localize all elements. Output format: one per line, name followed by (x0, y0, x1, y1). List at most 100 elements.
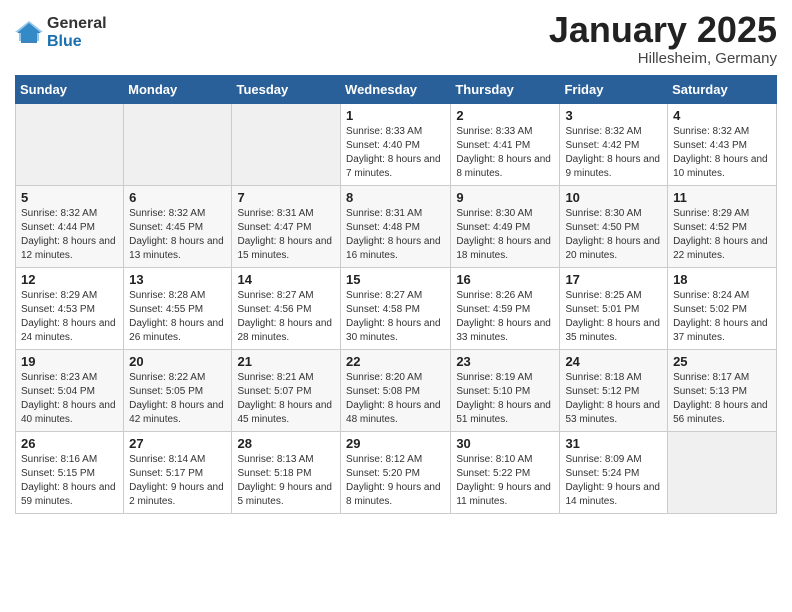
calendar-cell: 30Sunrise: 8:10 AM Sunset: 5:22 PM Dayli… (451, 431, 560, 513)
calendar-week-row: 5 Sunrise: 8:32 AM Sunset: 4:44 PM Daylig… (16, 185, 777, 267)
logo: General Blue (15, 15, 107, 50)
day-info: Sunrise: 8:32 AM Sunset: 4:44 PM Dayligh… (21, 207, 118, 263)
day-number: 16 (456, 272, 554, 287)
weekday-header-tuesday: Tuesday (232, 75, 341, 103)
day-number: 20 (129, 354, 226, 369)
calendar-cell: 24Sunrise: 8:18 AM Sunset: 5:12 PM Dayli… (560, 349, 668, 431)
calendar-cell: 15 Sunrise: 8:27 AM Sunset: 4:58 PM Dayli… (341, 267, 451, 349)
calendar-cell: 25Sunrise: 8:17 AM Sunset: 5:13 PM Dayli… (668, 349, 777, 431)
day-number: 27 (129, 436, 226, 451)
calendar-cell: 9Sunrise: 8:30 AM Sunset: 4:49 PM Daylig… (451, 185, 560, 267)
day-number: 6 (129, 190, 226, 205)
day-info: Sunrise: 8:09 AM Sunset: 5:24 PM Dayligh… (565, 453, 662, 509)
day-number: 15 (346, 272, 445, 287)
calendar-cell: 19 Sunrise: 8:23 AM Sunset: 5:04 PM Dayli… (16, 349, 124, 431)
day-number: 8 (346, 190, 445, 205)
calendar-cell: 13 Sunrise: 8:28 AM Sunset: 4:55 PM Dayli… (124, 267, 232, 349)
calendar-cell (16, 103, 124, 185)
logo-blue-text: Blue (47, 33, 107, 51)
day-info: Sunrise: 8:18 AM Sunset: 5:12 PM Dayligh… (565, 371, 662, 427)
calendar-cell: 12 Sunrise: 8:29 AM Sunset: 4:53 PM Dayli… (16, 267, 124, 349)
weekday-header-saturday: Saturday (668, 75, 777, 103)
calendar-week-row: 1 Sunrise: 8:33 AM Sunset: 4:40 PM Daylig… (16, 103, 777, 185)
calendar-cell: 16 Sunrise: 8:26 AM Sunset: 4:59 PM Dayli… (451, 267, 560, 349)
day-info: Sunrise: 8:32 AM Sunset: 4:42 PM Dayligh… (565, 125, 662, 181)
weekday-header-sunday: Sunday (16, 75, 124, 103)
day-info: Sunrise: 8:29 AM Sunset: 4:53 PM Dayligh… (21, 289, 118, 345)
weekday-header-thursday: Thursday (451, 75, 560, 103)
page-container: General Blue January 2025 Hillesheim, Ge… (0, 0, 792, 529)
day-number: 11 (673, 190, 771, 205)
title-area: January 2025 Hillesheim, Germany (549, 10, 777, 67)
calendar-cell: 8Sunrise: 8:31 AM Sunset: 4:48 PM Daylig… (341, 185, 451, 267)
calendar-cell: 3 Sunrise: 8:32 AM Sunset: 4:42 PM Daylig… (560, 103, 668, 185)
calendar-cell: 6Sunrise: 8:32 AM Sunset: 4:45 PM Daylig… (124, 185, 232, 267)
day-info: Sunrise: 8:27 AM Sunset: 4:58 PM Dayligh… (346, 289, 445, 345)
day-number: 18 (673, 272, 771, 287)
calendar-cell: 5 Sunrise: 8:32 AM Sunset: 4:44 PM Daylig… (16, 185, 124, 267)
calendar-cell: 14Sunrise: 8:27 AM Sunset: 4:56 PM Dayli… (232, 267, 341, 349)
calendar-cell (124, 103, 232, 185)
day-number: 25 (673, 354, 771, 369)
day-number: 3 (565, 108, 662, 123)
logo-text: General Blue (47, 15, 107, 50)
day-info: Sunrise: 8:22 AM Sunset: 5:05 PM Dayligh… (129, 371, 226, 427)
day-info: Sunrise: 8:28 AM Sunset: 4:55 PM Dayligh… (129, 289, 226, 345)
logo-general-text: General (47, 15, 107, 33)
calendar-cell: 17 Sunrise: 8:25 AM Sunset: 5:01 PM Dayli… (560, 267, 668, 349)
calendar-cell (232, 103, 341, 185)
calendar-cell: 1 Sunrise: 8:33 AM Sunset: 4:40 PM Daylig… (341, 103, 451, 185)
calendar-cell: 28Sunrise: 8:13 AM Sunset: 5:18 PM Dayli… (232, 431, 341, 513)
calendar-cell: 29Sunrise: 8:12 AM Sunset: 5:20 PM Dayli… (341, 431, 451, 513)
calendar-week-row: 26 Sunrise: 8:16 AM Sunset: 5:15 PM Dayli… (16, 431, 777, 513)
day-info: Sunrise: 8:14 AM Sunset: 5:17 PM Dayligh… (129, 453, 226, 509)
weekday-header-row: SundayMondayTuesdayWednesdayThursdayFrid… (16, 75, 777, 103)
day-number: 19 (21, 354, 118, 369)
day-info: Sunrise: 8:30 AM Sunset: 4:50 PM Dayligh… (565, 207, 662, 263)
day-info: Sunrise: 8:33 AM Sunset: 4:40 PM Dayligh… (346, 125, 445, 181)
calendar-cell: 11 Sunrise: 8:29 AM Sunset: 4:52 PM Dayli… (668, 185, 777, 267)
calendar-cell: 18 Sunrise: 8:24 AM Sunset: 5:02 PM Dayli… (668, 267, 777, 349)
day-number: 5 (21, 190, 118, 205)
day-number: 21 (237, 354, 335, 369)
day-info: Sunrise: 8:33 AM Sunset: 4:41 PM Dayligh… (456, 125, 554, 181)
calendar-cell: 4 Sunrise: 8:32 AM Sunset: 4:43 PM Daylig… (668, 103, 777, 185)
day-info: Sunrise: 8:19 AM Sunset: 5:10 PM Dayligh… (456, 371, 554, 427)
day-info: Sunrise: 8:30 AM Sunset: 4:49 PM Dayligh… (456, 207, 554, 263)
day-info: Sunrise: 8:24 AM Sunset: 5:02 PM Dayligh… (673, 289, 771, 345)
day-number: 4 (673, 108, 771, 123)
day-info: Sunrise: 8:25 AM Sunset: 5:01 PM Dayligh… (565, 289, 662, 345)
calendar-cell: 27 Sunrise: 8:14 AM Sunset: 5:17 PM Dayli… (124, 431, 232, 513)
month-title: January 2025 (549, 10, 777, 50)
weekday-header-monday: Monday (124, 75, 232, 103)
day-number: 17 (565, 272, 662, 287)
calendar-cell: 23Sunrise: 8:19 AM Sunset: 5:10 PM Dayli… (451, 349, 560, 431)
day-info: Sunrise: 8:16 AM Sunset: 5:15 PM Dayligh… (21, 453, 118, 509)
page-header: General Blue January 2025 Hillesheim, Ge… (15, 10, 777, 67)
weekday-header-wednesday: Wednesday (341, 75, 451, 103)
day-number: 14 (237, 272, 335, 287)
day-number: 12 (21, 272, 118, 287)
calendar-week-row: 12 Sunrise: 8:29 AM Sunset: 4:53 PM Dayli… (16, 267, 777, 349)
day-number: 13 (129, 272, 226, 287)
day-info: Sunrise: 8:21 AM Sunset: 5:07 PM Dayligh… (237, 371, 335, 427)
weekday-header-friday: Friday (560, 75, 668, 103)
calendar-week-row: 19 Sunrise: 8:23 AM Sunset: 5:04 PM Dayli… (16, 349, 777, 431)
day-info: Sunrise: 8:26 AM Sunset: 4:59 PM Dayligh… (456, 289, 554, 345)
day-number: 28 (237, 436, 335, 451)
calendar-cell: 26 Sunrise: 8:16 AM Sunset: 5:15 PM Dayli… (16, 431, 124, 513)
day-info: Sunrise: 8:20 AM Sunset: 5:08 PM Dayligh… (346, 371, 445, 427)
calendar-cell: 20 Sunrise: 8:22 AM Sunset: 5:05 PM Dayli… (124, 349, 232, 431)
day-number: 26 (21, 436, 118, 451)
calendar-cell: 7 Sunrise: 8:31 AM Sunset: 4:47 PM Daylig… (232, 185, 341, 267)
calendar-cell: 21 Sunrise: 8:21 AM Sunset: 5:07 PM Dayli… (232, 349, 341, 431)
day-number: 2 (456, 108, 554, 123)
day-number: 22 (346, 354, 445, 369)
day-info: Sunrise: 8:31 AM Sunset: 4:47 PM Dayligh… (237, 207, 335, 263)
day-number: 1 (346, 108, 445, 123)
day-number: 7 (237, 190, 335, 205)
day-info: Sunrise: 8:32 AM Sunset: 4:43 PM Dayligh… (673, 125, 771, 181)
day-info: Sunrise: 8:29 AM Sunset: 4:52 PM Dayligh… (673, 207, 771, 263)
day-info: Sunrise: 8:10 AM Sunset: 5:22 PM Dayligh… (456, 453, 554, 509)
day-info: Sunrise: 8:23 AM Sunset: 5:04 PM Dayligh… (21, 371, 118, 427)
